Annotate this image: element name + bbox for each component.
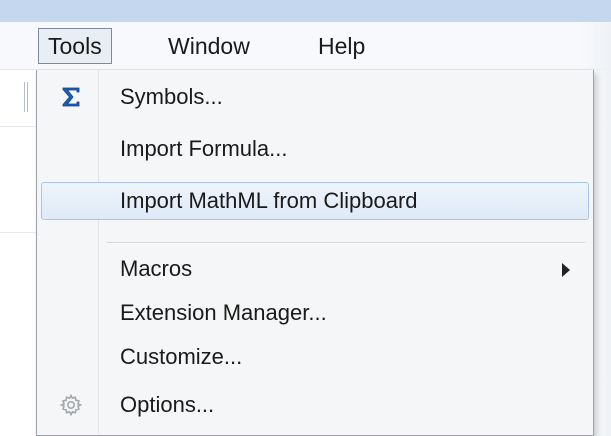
menu-item-symbols-label: Symbols... xyxy=(120,84,223,109)
menu-help-label: Help xyxy=(318,33,366,59)
menu-item-macros[interactable]: Macros xyxy=(41,250,589,288)
menu-bar: Tools Window Help xyxy=(0,22,611,70)
menu-item-import-mathml[interactable]: Import MathML from Clipboard xyxy=(41,182,589,220)
menu-item-symbols[interactable]: Symbols... xyxy=(41,78,589,116)
menu-item-import-formula-label: Import Formula... xyxy=(120,136,288,161)
sigma-icon xyxy=(56,83,86,111)
ruler-divider xyxy=(0,232,36,233)
application-window: Tools Window Help Symbols... Import Form… xyxy=(0,0,611,436)
menu-window[interactable]: Window xyxy=(158,28,260,64)
submenu-arrow-icon xyxy=(562,263,570,277)
toolbar-divider xyxy=(0,126,36,127)
menu-item-customize[interactable]: Customize... xyxy=(41,338,589,376)
menu-item-extension-manager-label: Extension Manager... xyxy=(120,300,327,325)
menu-item-extension-manager[interactable]: Extension Manager... xyxy=(41,294,589,332)
window-title-strip xyxy=(0,0,611,22)
menu-tools[interactable]: Tools xyxy=(38,28,112,64)
menu-item-options[interactable]: Options... xyxy=(41,386,589,424)
menu-help[interactable]: Help xyxy=(308,28,375,64)
menu-item-macros-label: Macros xyxy=(120,256,193,281)
menu-item-customize-label: Customize... xyxy=(120,344,243,369)
menu-tools-label: Tools xyxy=(48,33,102,59)
menu-separator xyxy=(107,242,585,244)
menu-item-options-label: Options... xyxy=(120,392,215,417)
toolbar-grip xyxy=(24,82,28,112)
tools-dropdown-menu: Symbols... Import Formula... Import Math… xyxy=(36,70,594,436)
menu-item-import-formula[interactable]: Import Formula... xyxy=(41,130,589,168)
gear-icon xyxy=(56,391,86,419)
menu-item-import-mathml-label: Import MathML from Clipboard xyxy=(120,188,418,213)
menu-window-label: Window xyxy=(168,33,250,59)
